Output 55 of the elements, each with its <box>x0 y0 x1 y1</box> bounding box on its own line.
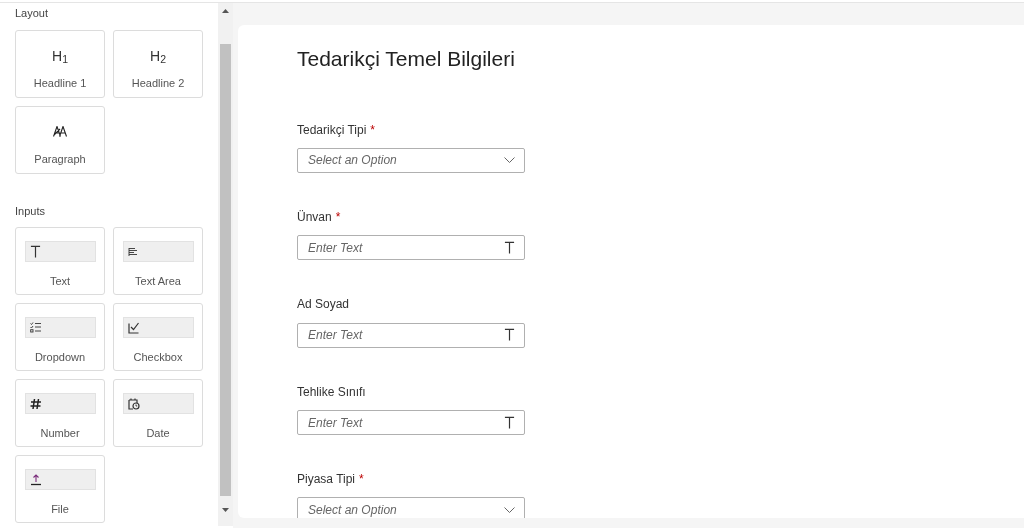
component-card[interactable]: H$_{1}$ Headline 1 <box>15 29 105 98</box>
component-card[interactable]: Checkbox <box>113 303 203 371</box>
scrollbar[interactable] <box>218 3 233 526</box>
component-card[interactable]: File <box>15 455 105 523</box>
field-label: Ad Soyad <box>297 296 350 313</box>
card-label: Text Area <box>135 274 181 289</box>
required-asterisk: * <box>335 208 341 226</box>
component-card[interactable]: Number <box>15 379 105 447</box>
form-title: Tedarikçi Temel Bilgileri <box>297 46 516 72</box>
required-asterisk: * <box>359 471 364 488</box>
lines-icon <box>127 246 138 257</box>
checklist-icon <box>29 322 42 333</box>
required-asterisk: * <box>370 121 376 139</box>
card-label: File <box>51 502 69 517</box>
component-card[interactable]: Dropdown <box>15 303 105 371</box>
card-label: Paragraph <box>34 151 86 167</box>
calendar-icon <box>127 397 140 410</box>
text-field[interactable]: Enter Text <box>297 235 525 260</box>
scrollbar-thumb[interactable] <box>220 44 231 496</box>
hash-icon <box>29 397 42 410</box>
chevron-down-icon <box>504 506 515 513</box>
card-label: Checkbox <box>133 350 183 365</box>
select-field[interactable]: Select an Option <box>297 497 525 518</box>
paragraph-icon <box>52 126 68 137</box>
select-field[interactable]: Select an Option <box>297 147 525 173</box>
component-card[interactable]: Date <box>113 379 203 447</box>
card-label: Dropdown <box>34 350 86 365</box>
field-label: Ünvan <box>297 208 332 226</box>
component-card[interactable]: H$_{2}$ Headline 2 <box>113 29 203 98</box>
component-card[interactable]: Text Area <box>113 227 203 295</box>
section-title: Inputs <box>15 203 46 219</box>
heading-glyph: H$_{1}$ <box>52 48 68 63</box>
text-field[interactable]: Enter Text <box>297 410 525 435</box>
field-label: Tehlike Sınıfı <box>297 383 366 401</box>
component-card[interactable]: Text <box>15 227 105 295</box>
card-label: Headline 2 <box>131 75 185 91</box>
text-icon <box>29 245 41 258</box>
card-label: Text <box>49 274 71 289</box>
scroll-up-icon[interactable] <box>222 9 229 13</box>
upload-icon <box>29 473 42 486</box>
field-label: Tedarikçi Tipi <box>297 121 367 139</box>
card-label: Number <box>40 426 80 441</box>
text-field[interactable]: Enter Text <box>297 322 525 348</box>
text-icon <box>504 240 515 254</box>
scroll-down-icon[interactable] <box>222 508 229 512</box>
chevron-down-icon <box>504 157 515 163</box>
card-label: Date <box>146 426 170 441</box>
text-icon <box>504 415 515 429</box>
text-icon <box>504 328 515 341</box>
field-label: Piyasa Tipi <box>297 471 356 488</box>
checkbox-icon <box>127 321 140 334</box>
component-card[interactable]: Paragraph <box>15 105 105 174</box>
heading-glyph: H$_{2}$ <box>150 48 166 63</box>
section-title: Layout <box>15 6 50 21</box>
card-label: Headline 1 <box>33 75 87 91</box>
